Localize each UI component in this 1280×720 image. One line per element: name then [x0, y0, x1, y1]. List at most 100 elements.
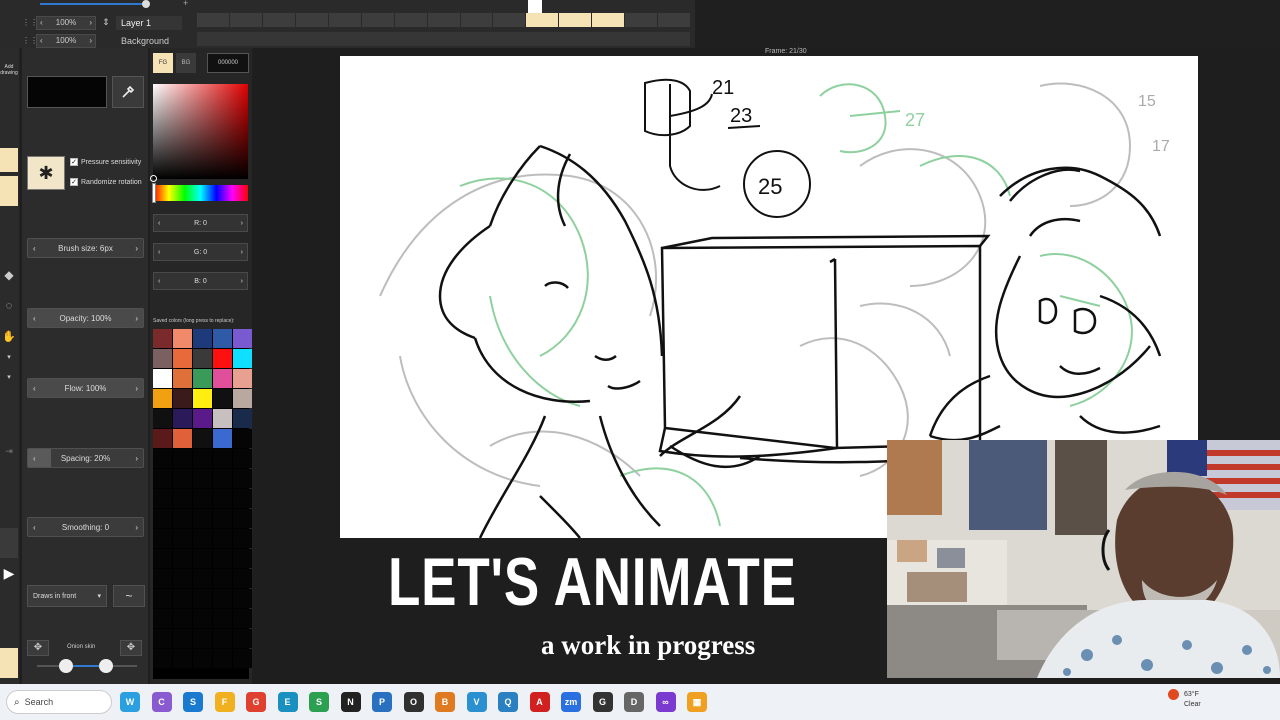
saved-color-swatch[interactable] [213, 429, 232, 448]
empty-color-slot[interactable] [153, 569, 172, 588]
opacity-stepper[interactable]: ‹ Opacity: 100% › [27, 308, 144, 328]
checkbox-checked-icon[interactable]: ✓ [70, 178, 78, 186]
saved-color-swatch[interactable] [193, 389, 212, 408]
minus-icon[interactable]: ‹ [40, 18, 43, 27]
weather-widget[interactable]: 63°F Clear [1184, 690, 1201, 710]
empty-color-slot[interactable] [153, 449, 172, 468]
empty-color-slot[interactable] [233, 549, 252, 568]
frame-cell[interactable] [229, 13, 263, 27]
saved-color-swatch[interactable] [213, 349, 232, 368]
empty-color-slot[interactable] [173, 549, 192, 568]
pencil-tool-button[interactable] [0, 176, 18, 206]
chevron-right-icon[interactable]: › [135, 384, 138, 393]
chevron-left-icon[interactable]: ‹ [33, 314, 36, 323]
brush-tool-button[interactable] [0, 148, 18, 172]
empty-color-slot[interactable] [233, 629, 252, 648]
chevron-right-icon[interactable]: › [241, 249, 243, 256]
empty-color-slot[interactable] [153, 489, 172, 508]
chevron-left-icon[interactable]: ‹ [158, 220, 160, 227]
flow-stepper[interactable]: ‹ Flow: 100% › [27, 378, 144, 398]
playhead[interactable] [528, 0, 542, 13]
draw-mode-select[interactable]: Draws in front ▾ [27, 585, 107, 607]
empty-color-slot[interactable] [193, 529, 212, 548]
empty-color-slot[interactable] [213, 649, 232, 668]
widgets-icon[interactable]: W [120, 692, 140, 712]
empty-color-slot[interactable] [153, 529, 172, 548]
plus-icon[interactable]: › [89, 18, 92, 27]
taskbar-search[interactable]: ⌕ Search [6, 690, 112, 714]
empty-color-slot[interactable] [213, 589, 232, 608]
tool-slot[interactable] [0, 528, 18, 558]
notes-icon[interactable]: N [340, 692, 361, 712]
saved-color-swatch[interactable] [233, 329, 252, 348]
chevron-right-icon[interactable]: › [241, 220, 243, 227]
empty-color-slot[interactable] [233, 469, 252, 488]
empty-color-slot[interactable] [193, 589, 212, 608]
frame-cell[interactable] [361, 13, 395, 27]
frame-cell[interactable] [625, 13, 659, 27]
empty-color-slot[interactable] [233, 649, 252, 668]
onion-range-handle-right[interactable] [99, 659, 113, 673]
saved-color-swatch[interactable] [193, 429, 212, 448]
chevron-right-icon[interactable]: › [135, 314, 138, 323]
playback-slider-handle[interactable] [142, 0, 150, 8]
empty-color-slot[interactable] [173, 589, 192, 608]
saved-color-swatch[interactable] [173, 329, 192, 348]
eyedropper-button[interactable] [112, 76, 144, 108]
fg-button[interactable]: FG [153, 53, 173, 73]
empty-color-slot[interactable] [153, 469, 172, 488]
saved-color-swatch[interactable] [173, 409, 192, 428]
vpn-icon[interactable]: V [466, 692, 487, 712]
empty-color-slot[interactable] [173, 449, 192, 468]
layer-row-1[interactable]: ⋮⋮ ‹ 100% › ⇕ Layer 1 [22, 15, 182, 30]
chevron-down-icon[interactable]: ▾ [0, 373, 18, 381]
drag-handle-icon[interactable]: ⋮⋮ [22, 36, 38, 45]
saved-color-swatch[interactable] [173, 369, 192, 388]
empty-color-slot[interactable] [153, 549, 172, 568]
empty-color-slot[interactable] [233, 529, 252, 548]
empty-color-slot[interactable] [193, 489, 212, 508]
chevron-right-icon[interactable]: › [241, 278, 243, 285]
chevron-right-icon[interactable]: › [135, 244, 138, 253]
layer-zoom-stepper[interactable]: ‹ 100% › [36, 15, 96, 30]
move-icon[interactable]: ✥ [27, 640, 49, 656]
smoothing-stepper[interactable]: ‹ Smoothing: 0 › [27, 517, 144, 537]
empty-color-slot[interactable] [173, 509, 192, 528]
arrow-right-icon[interactable]: ⇥ [0, 446, 18, 457]
background-frames[interactable] [197, 32, 691, 46]
saved-color-swatch[interactable] [153, 349, 172, 368]
move-icon[interactable]: ✥ [120, 640, 142, 656]
lasso-icon[interactable]: ◌ [0, 300, 18, 312]
frame-cell[interactable] [460, 13, 494, 27]
saved-color-swatch[interactable] [173, 389, 192, 408]
saved-color-swatch[interactable] [213, 389, 232, 408]
chrome-icon[interactable]: G [246, 692, 266, 712]
minus-icon[interactable]: ‹ [40, 36, 43, 45]
empty-color-slot[interactable] [233, 609, 252, 628]
empty-color-slot[interactable] [233, 589, 252, 608]
add-drawing-button[interactable]: Add drawing [0, 64, 18, 76]
onion-range-handle-left[interactable] [59, 659, 73, 673]
sheets-icon[interactable]: S [309, 692, 329, 712]
stroke-curve-button[interactable]: ~ [113, 585, 145, 607]
empty-color-slot[interactable] [173, 629, 192, 648]
store-icon[interactable]: S [183, 692, 203, 712]
frame-cell[interactable] [427, 13, 461, 27]
frame-cell[interactable] [262, 13, 296, 27]
empty-color-slot[interactable] [153, 629, 172, 648]
plus-icon[interactable]: › [89, 36, 92, 45]
empty-color-slot[interactable] [193, 649, 212, 668]
weather-icon[interactable] [1168, 689, 1179, 700]
empty-color-slot[interactable] [173, 529, 192, 548]
chevron-left-icon[interactable]: ‹ [33, 454, 36, 463]
empty-color-slot[interactable] [213, 569, 232, 588]
empty-color-slot[interactable] [153, 589, 172, 608]
sketch-app-icon[interactable]: D [624, 692, 644, 712]
saved-color-swatch[interactable] [153, 369, 172, 388]
drag-handle-icon[interactable]: ⋮⋮ [22, 18, 38, 27]
frame-cell[interactable] [658, 13, 692, 27]
blue-channel-stepper[interactable]: ‹ B: 0 › [153, 272, 248, 290]
empty-color-slot[interactable] [193, 509, 212, 528]
chevron-right-icon[interactable]: › [135, 454, 138, 463]
saved-color-swatch[interactable] [193, 329, 212, 348]
